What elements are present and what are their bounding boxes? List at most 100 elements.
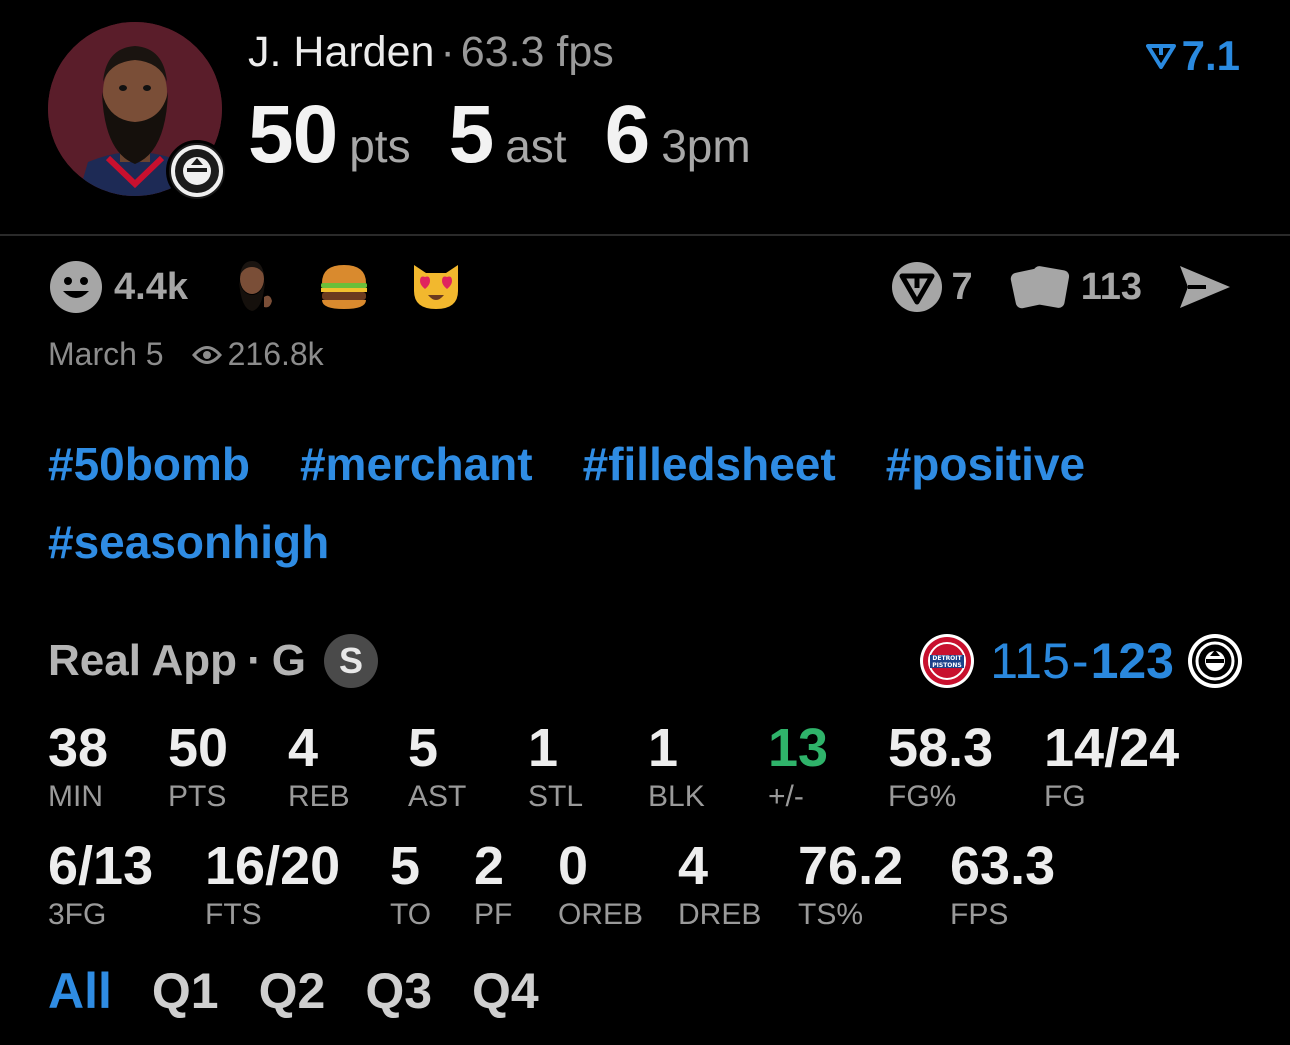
stat-label: AST <box>408 780 467 813</box>
stat-label: MIN <box>48 780 103 813</box>
stat-value: 14/24 <box>1044 718 1180 778</box>
stat-label: STL <box>528 780 584 813</box>
reaction-count: 4.4k <box>114 265 188 308</box>
cards-button[interactable]: 113 <box>1007 260 1142 314</box>
reactions-row: 4.4k <box>48 258 464 316</box>
header-divider <box>0 234 1290 236</box>
stat-fg: 14/24 FG <box>1044 718 1179 814</box>
heart-eyes-cat-emoji[interactable] <box>408 257 464 318</box>
stat-value: 4 <box>288 718 319 778</box>
stat-ts-pct: 76.2 TS% <box>798 836 903 932</box>
stat-label: PF <box>474 898 513 931</box>
hashtag-list: #50bomb #merchant #filledsheet #positive… <box>48 436 1248 570</box>
post-actions: 7 113 <box>856 258 1242 316</box>
hashtag-link[interactable]: #positive <box>886 436 1085 492</box>
hamburger-emoji[interactable] <box>316 257 372 318</box>
stat-dreb: 4 DREB <box>678 836 761 932</box>
pistons-logo-icon: DETROIT PISTONS <box>920 634 975 688</box>
stat-label: TO <box>390 898 432 931</box>
view-count: 216.8k <box>191 336 324 373</box>
tab-q3[interactable]: Q3 <box>365 962 432 1020</box>
views-value: 216.8k <box>227 336 324 372</box>
nets-logo-icon <box>166 140 228 202</box>
hashtag-link[interactable]: #seasonhigh <box>48 514 329 570</box>
hashtag-link[interactable]: #50bomb <box>48 436 250 492</box>
stat-value: 1 <box>528 718 559 778</box>
headline-assists-unit: ast <box>505 120 567 172</box>
stat-value: 0 <box>558 836 589 896</box>
stat-label: FTS <box>205 898 262 931</box>
stat-value: 4 <box>678 836 709 896</box>
reaction-button[interactable]: 4.4k <box>48 259 188 315</box>
votes-button[interactable]: 7 <box>890 260 973 314</box>
stat-label: FG <box>1044 780 1086 813</box>
score-dash: - <box>1071 633 1089 689</box>
stat-ast: 5 AST <box>408 718 466 814</box>
home-score: 115 <box>990 633 1070 689</box>
stat-label: 3FG <box>48 898 107 931</box>
stat-min: 38 MIN <box>48 718 108 814</box>
stat-label: PTS <box>168 780 227 813</box>
headline-stats: 50 pts 5 ast 6 3pm <box>248 88 789 182</box>
share-button[interactable] <box>1176 262 1242 312</box>
stat-value: 6/13 <box>48 836 154 896</box>
v-badge-icon <box>891 262 942 312</box>
stat-plus-minus: 13 +/- <box>768 718 828 814</box>
headline-points-value: 50 <box>248 89 338 180</box>
nets-logo-icon <box>1188 634 1242 688</box>
stat-source: Real App · G S <box>48 634 378 688</box>
eye-icon <box>191 345 222 364</box>
hashtag-link[interactable]: #merchant <box>300 436 533 492</box>
rating-value: 7.1 <box>1181 32 1240 79</box>
source-name: Real App <box>48 636 238 685</box>
cards-icon <box>1010 266 1069 309</box>
stat-value: 16/20 <box>205 836 341 896</box>
stat-value: 13 <box>768 718 829 778</box>
smiley-icon <box>50 261 102 313</box>
headline-threes-unit: 3pm <box>661 120 751 172</box>
game-score-link[interactable]: DETROIT PISTONS 115-123 <box>920 632 1242 690</box>
tab-q1[interactable]: Q1 <box>152 962 219 1020</box>
rating-button[interactable]: 7.1 <box>1145 32 1240 80</box>
stat-value: 50 <box>168 718 229 778</box>
stat-value: 5 <box>408 718 439 778</box>
stat-label: TS% <box>798 898 864 931</box>
separator: · <box>247 636 262 685</box>
stat-3fg: 6/13 3FG <box>48 836 153 932</box>
stat-value: 2 <box>474 836 505 896</box>
stat-fg-pct: 58.3 FG% <box>888 718 993 814</box>
stat-label: BLK <box>648 780 705 813</box>
harden-sticker[interactable] <box>224 257 280 318</box>
away-score: 123 <box>1090 633 1174 689</box>
tab-q2[interactable]: Q2 <box>259 962 326 1020</box>
separator: · <box>440 28 455 76</box>
player-position: G <box>271 636 306 685</box>
player-fps: 63.3 fps <box>460 28 614 76</box>
stat-pts: 50 PTS <box>168 718 228 814</box>
player-heading: J. Harden · 63.3 fps <box>248 28 614 77</box>
stat-fps: 63.3 FPS <box>950 836 1055 932</box>
stat-label: FPS <box>950 898 1009 931</box>
stat-label: FG% <box>888 780 957 813</box>
hashtag-link[interactable]: #filledsheet <box>583 436 836 492</box>
cards-count: 113 <box>1080 265 1142 308</box>
player-name[interactable]: J. Harden <box>248 28 434 76</box>
stat-label: +/- <box>768 780 804 813</box>
pistons-logo-text-top: DETROIT <box>933 655 963 662</box>
real-v-icon <box>1145 44 1176 69</box>
votes-count: 7 <box>951 265 973 308</box>
stat-value: 5 <box>390 836 421 896</box>
period-tabs: All Q1 Q2 Q3 Q4 <box>48 962 579 1020</box>
headline-points-unit: pts <box>349 120 411 172</box>
tab-all[interactable]: All <box>48 962 112 1020</box>
send-icon <box>1180 266 1230 308</box>
stat-oreb: 0 OREB <box>558 836 643 932</box>
tab-q4[interactable]: Q4 <box>472 962 539 1020</box>
stat-value: 63.3 <box>950 836 1056 896</box>
stat-label: DREB <box>678 898 762 931</box>
stat-blk: 1 BLK <box>648 718 705 814</box>
stat-label: REB <box>288 780 350 813</box>
starter-badge: S <box>323 634 378 688</box>
stat-fts: 16/20 FTS <box>205 836 340 932</box>
stat-value: 76.2 <box>798 836 904 896</box>
